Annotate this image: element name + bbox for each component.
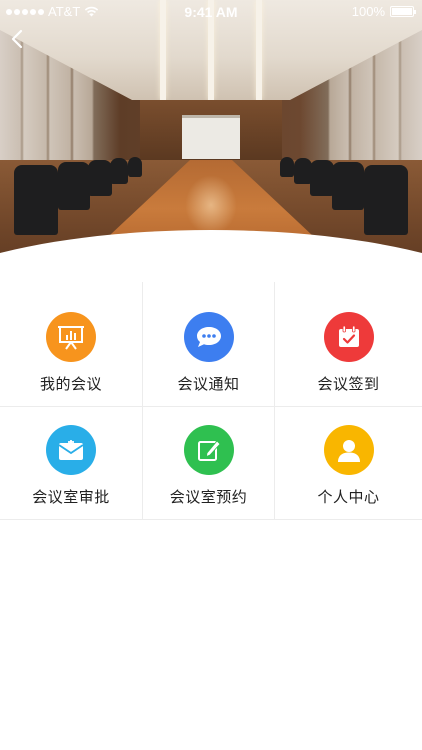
chevron-left-icon <box>11 29 23 49</box>
battery-percent: 100% <box>351 4 385 19</box>
menu-item-personal-center[interactable]: 个人中心 <box>275 407 422 520</box>
menu-item-room-booking[interactable]: 会议室预约 <box>143 407 275 520</box>
envelope-icon <box>46 425 96 475</box>
battery-icon <box>390 6 416 17</box>
menu-grid: 我的会议 会议通知 会议签到 会议室审批 会议室预约 个人中心 <box>0 282 422 520</box>
presentation-board-icon <box>46 312 96 362</box>
menu-label: 会议签到 <box>317 375 380 393</box>
hero-banner-image <box>0 0 422 282</box>
menu-label: 个人中心 <box>317 488 380 506</box>
menu-label: 会议室审批 <box>32 488 110 506</box>
calendar-check-icon <box>323 312 374 362</box>
menu-item-meeting-notice[interactable]: 会议通知 <box>143 282 275 407</box>
back-button[interactable] <box>6 26 28 52</box>
menu-item-my-meetings[interactable]: 我的会议 <box>0 282 143 407</box>
menu-label: 会议通知 <box>177 375 240 393</box>
menu-label: 会议室预约 <box>169 488 248 506</box>
chat-bubble-icon <box>183 312 234 362</box>
menu-label: 我的会议 <box>39 375 102 393</box>
user-profile-icon <box>323 425 374 475</box>
status-bar: AT&T 9:41 AM 100% <box>0 0 422 24</box>
menu-item-meeting-checkin[interactable]: 会议签到 <box>275 282 422 407</box>
menu-item-room-approval[interactable]: 会议室审批 <box>0 407 143 520</box>
pencil-edit-icon <box>183 425 234 475</box>
